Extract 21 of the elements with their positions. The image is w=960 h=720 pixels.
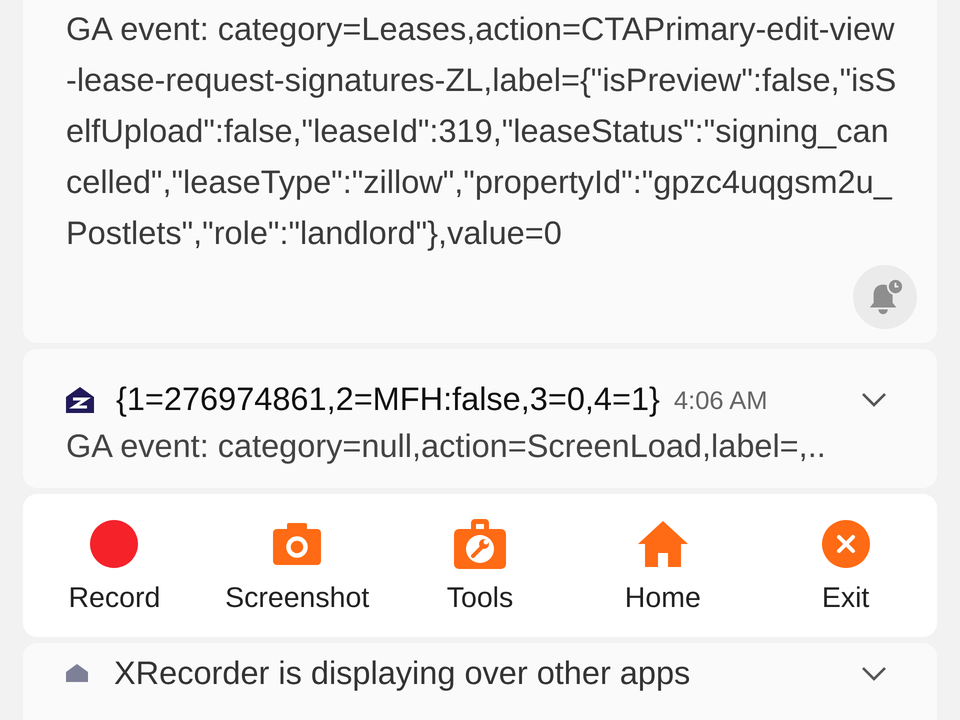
toolbox-icon [454,518,506,569]
camera-icon [273,522,322,565]
chevron-down-icon[interactable] [861,392,887,408]
close-icon [822,520,870,568]
toolbar-button[interactable]: Home [571,510,754,623]
toolbar-button[interactable]: Exit [754,510,937,623]
house-logo-icon [66,386,94,413]
notification-title: XRecorder is displaying over other apps [114,654,690,692]
notification-body: GA event: category=null,action=ScreenLoad,label=,.. [66,428,827,466]
toolbar-button[interactable]: Tools [388,510,572,623]
notification-card[interactable]: XRecorder is displaying over other apps [23,642,937,720]
record-dot-icon [90,520,138,568]
home-icon [638,520,688,567]
toolbar-button[interactable]: Record [23,510,206,623]
toolbar-button[interactable]: Screenshot [206,510,389,623]
notification-title: {1=276974861,2=MFH:false,3=0,4=1} [116,381,660,418]
house-icon [66,664,88,682]
notification-card[interactable]: {1=276974861,2=MFH:false,3=0,4=1} 4:06 AM GA event: category=null,action=ScreenLoad,label=,.. [23,349,937,488]
notification-time: 4:06 AM [674,387,768,416]
notification-body: GA event: category=Leases,action=CTAPrimary-edit-view-lease-request-signatures-ZL,label={"isPreview":false,"isSelfUpload":false,"leaseId":319,"leaseStatus":"signing_cancelled","leaseType":"zillow","propertyId":"gpzc4uqgsm2u_Postlets","role":"landlord"},value=0 [66,10,898,253]
chevron-down-icon[interactable] [861,666,887,681]
